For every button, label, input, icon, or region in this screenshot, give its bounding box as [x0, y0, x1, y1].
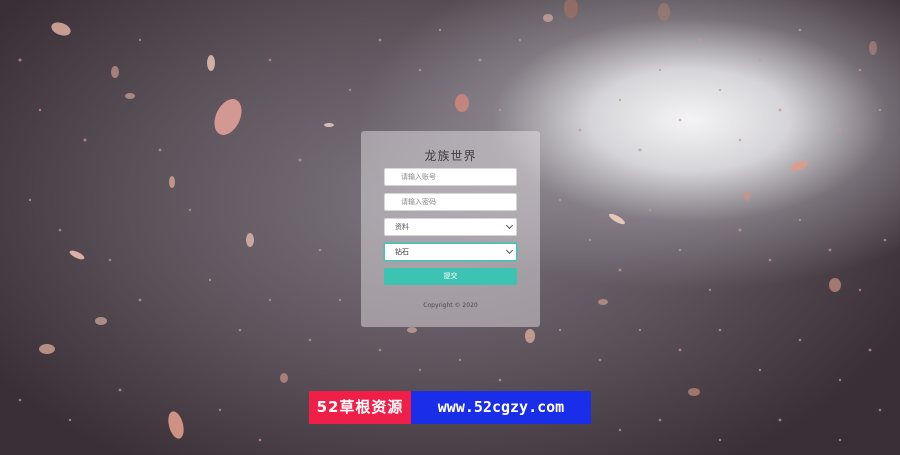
watermark-banner-right: www.52cgzy.com: [411, 391, 591, 424]
server-select[interactable]: 资料: [384, 218, 517, 236]
copyright-text: Copyright © 2020: [423, 302, 478, 309]
server-select-value: 资料: [395, 223, 409, 231]
chevron-down-icon: [505, 221, 514, 230]
chevron-down-icon: [505, 246, 514, 255]
item-select[interactable]: 钻石: [384, 243, 517, 261]
watermark-banner-left: 52草根资源: [309, 391, 411, 424]
password-input[interactable]: [384, 193, 517, 211]
login-title: 龙族世界: [424, 149, 477, 163]
submit-button[interactable]: 提交: [384, 268, 517, 285]
item-select-value: 钻石: [395, 248, 409, 256]
account-input[interactable]: [384, 168, 517, 186]
login-panel: 龙族世界 资料 钻石 提交 Copyright © 2020: [361, 131, 540, 327]
